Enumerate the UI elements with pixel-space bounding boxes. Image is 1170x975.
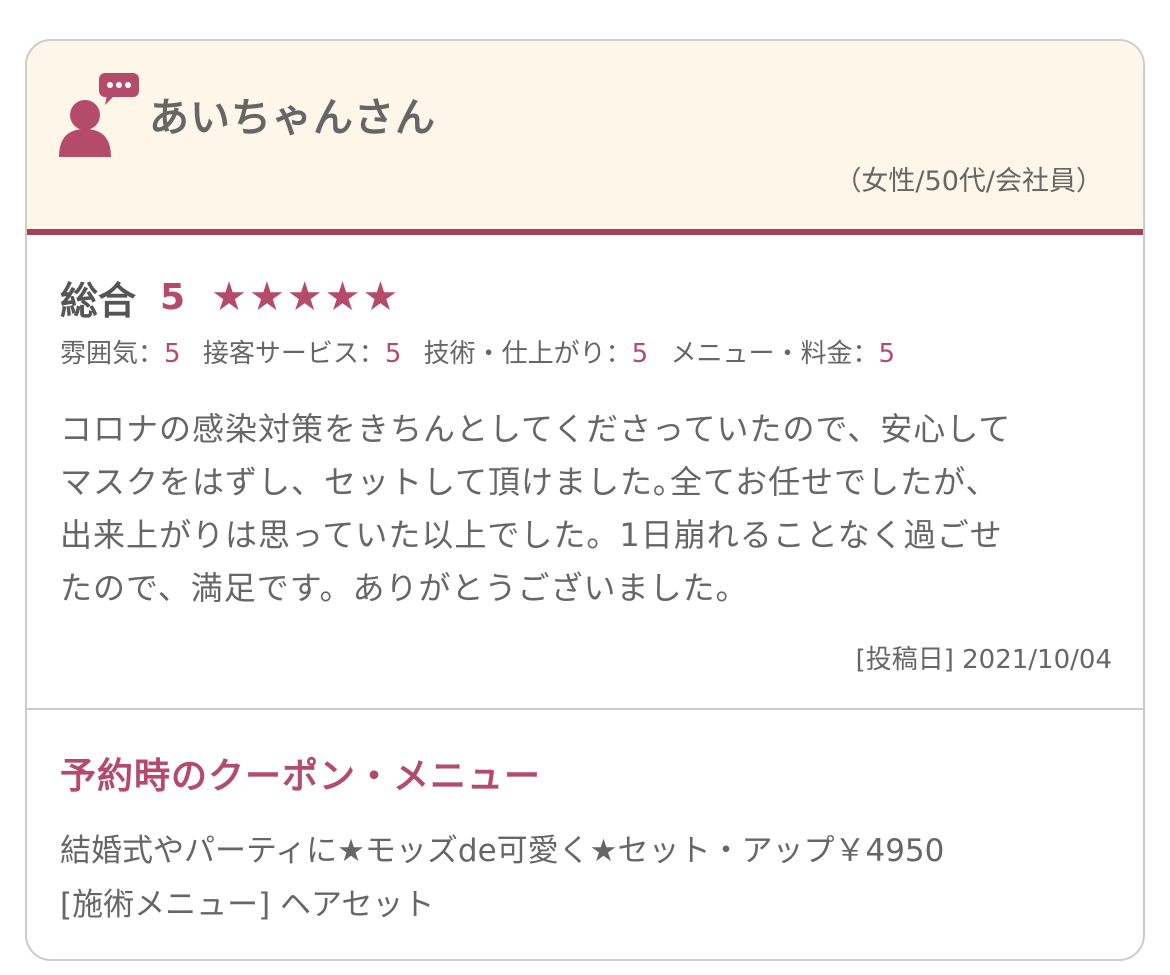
sub-rating-value: 5	[631, 339, 649, 369]
sub-rating-value: 5	[164, 339, 181, 369]
overall-rating: 総合 5 ★ ★ ★ ★ ★	[60, 269, 1110, 325]
sub-rating-value: 5	[878, 339, 896, 369]
sub-rating-label: 技術・仕上がり：	[423, 339, 632, 369]
sub-rating-value: 5	[384, 339, 402, 369]
sub-rating-label: メニュー・料金：	[670, 339, 879, 369]
reviewer-meta: （女性/50代/会社員）	[834, 166, 1103, 197]
reviewer-name: あいちゃんさん	[149, 95, 436, 141]
star-icon: ★	[362, 274, 399, 320]
overall-label: 総合	[60, 278, 137, 323]
section-divider	[27, 708, 1143, 710]
comment-line: たので、満足です。ありがとうございました。	[60, 569, 749, 607]
post-date: [投稿日] 2021/10/04	[855, 645, 1112, 675]
sub-rating-service: 接客サービス：5	[203, 339, 402, 369]
review-header: あいちゃんさん （女性/50代/会社員）	[27, 41, 1143, 235]
star-rating: ★ ★ ★ ★ ★	[211, 277, 400, 317]
sub-rating-label: 雰囲気：	[60, 339, 165, 369]
star-icon: ★	[248, 274, 285, 320]
overall-score: 5	[160, 276, 186, 318]
sub-rating-technique: 技術・仕上がり：5	[424, 339, 649, 369]
review-card: あいちゃんさん （女性/50代/会社員） 総合 5 ★ ★ ★ ★ ★ 雰囲気：…	[25, 39, 1145, 961]
star-icon: ★	[286, 274, 323, 320]
user-comment-icon	[59, 73, 143, 157]
comment-line: マスクをはずし、セットして頂けました｡全てお任せでしたが、	[60, 463, 999, 501]
comment-line: コロナの感染対策をきちんとしてくださっていたので、安心して	[60, 410, 1012, 448]
review-comment: コロナの感染対策をきちんとしてくださっていたので、安心して マスクをはずし、セッ…	[60, 403, 1100, 615]
sub-ratings: 雰囲気：5 接客サービス：5 技術・仕上がり：5 メニュー・料金：5	[60, 333, 1110, 370]
treatment-menu: [施術メニュー] ヘアセット	[60, 887, 435, 923]
sub-rating-menu-price: メニュー・料金：5	[670, 339, 895, 369]
coupon-section-title: 予約時のクーポン・メニュー	[60, 756, 542, 797]
coupon-name: 結婚式やパーティに★モッズde可愛く★セット・アップ￥4950	[60, 833, 945, 869]
sub-rating-atmosphere: 雰囲気：5	[60, 339, 181, 369]
star-icon: ★	[211, 274, 247, 320]
star-icon: ★	[324, 274, 361, 320]
rating-section: 総合 5 ★ ★ ★ ★ ★ 雰囲気：5 接客サービス：5 技術・仕上がり：5 …	[60, 269, 1110, 370]
sub-rating-label: 接客サービス：	[202, 339, 385, 369]
comment-line: 出来上がりは思っていた以上でした。1日崩れることなく過ごせ	[60, 516, 1003, 554]
